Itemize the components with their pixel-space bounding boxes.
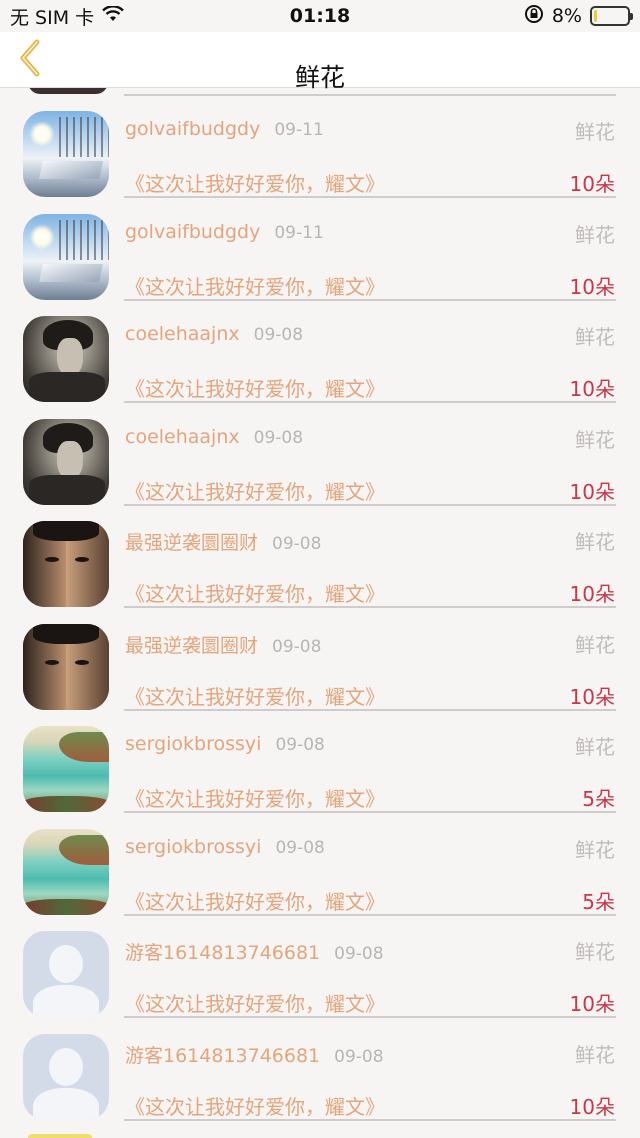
sender-name-text: golvaifbudgdy — [125, 118, 261, 140]
sender-name-text: golvaifbudgdy — [125, 220, 261, 243]
status-bar: 无 SIM 卡 01:18 8% — [0, 0, 640, 32]
avatar[interactable] — [23, 316, 109, 402]
song-title: 《这次让我好好爱你，耀文》 — [125, 1094, 385, 1119]
list-item-partial-bottom — [28, 1134, 92, 1138]
sender-name-text: coelehaajnx — [125, 425, 240, 448]
sender-name-text: coelehaajnx — [125, 323, 240, 345]
sender-name: 游客1614813746681 09-08 — [125, 938, 384, 965]
sender-name: 最强逆袭圜圈财 09-08 — [125, 528, 321, 555]
avatar[interactable] — [23, 828, 109, 915]
avatar[interactable] — [23, 111, 109, 197]
gift-type: 鲜花 — [575, 837, 615, 862]
avatar[interactable] — [23, 1033, 109, 1120]
sender-name: coelehaajnx 09-08 — [125, 323, 303, 345]
avatar[interactable] — [23, 931, 109, 1017]
list-item-0[interactable]: golvaifbudgdy 09-11 鲜花 《这次让我好好爱你，耀文》 10朵 — [0, 88, 640, 198]
sender-name-text: sergiokbrossyi — [125, 733, 262, 755]
list-item-2[interactable]: coelehaajnx 09-08 鲜花 《这次让我好好爱你，耀文》 10朵 — [0, 293, 640, 403]
gift-date: 09-08 — [334, 1046, 384, 1067]
sender-name-text: sergiokbrossyi — [125, 835, 262, 858]
status-time: 01:18 — [289, 5, 351, 27]
sender-name: sergiokbrossyi 09-08 — [125, 733, 325, 755]
gift-count: 10朵 — [569, 1094, 615, 1119]
list-item-5[interactable]: 最强逆袭圜圈财 09-08 鲜花 《这次让我好好爱你，耀文》 10朵 — [0, 601, 640, 711]
gift-date: 09-11 — [274, 222, 324, 243]
divider — [124, 1118, 616, 1121]
gift-date: 09-08 — [253, 325, 304, 345]
gift-type: 鲜花 — [575, 222, 615, 247]
gift-type: 鲜花 — [575, 530, 615, 554]
list-item-1[interactable]: golvaifbudgdy 09-11 鲜花 《这次让我好好爱你，耀文》 10朵 — [0, 191, 640, 301]
gift-date: 09-08 — [272, 534, 322, 554]
sender-name-text: 游客1614813746681 — [125, 1044, 321, 1067]
battery-fill — [594, 10, 597, 22]
list-item-4[interactable]: 最强逆袭圜圈财 09-08 鲜花 《这次让我好好爱你，耀文》 10朵 — [0, 498, 640, 608]
sender-name-text: 最强逆袭圜圈财 — [125, 634, 259, 657]
gift-type: 鲜花 — [575, 632, 615, 657]
sender-name: 游客1614813746681 09-08 — [125, 1041, 384, 1068]
gift-type: 鲜花 — [575, 735, 615, 759]
avatar[interactable] — [23, 623, 109, 710]
gift-type: 鲜花 — [575, 940, 615, 964]
page-title: 鲜花 — [294, 63, 345, 92]
avatar[interactable] — [23, 521, 109, 607]
sender-name: coelehaajnx 09-08 — [125, 426, 303, 448]
sender-name: 最强逆袭圜圈财 09-08 — [125, 631, 321, 658]
gift-date: 09-08 — [275, 837, 325, 858]
list-item-6[interactable]: sergiokbrossyi 09-08 鲜花 《这次让我好好爱你，耀文》 5朵 — [0, 703, 640, 813]
gift-date: 09-08 — [275, 735, 325, 755]
gift-type: 鲜花 — [575, 325, 615, 349]
sender-name: golvaifbudgdy 09-11 — [125, 118, 324, 140]
list-item-3[interactable]: coelehaajnx 09-08 鲜花 《这次让我好好爱你，耀文》 10朵 — [0, 396, 640, 506]
sender-name-text: 游客1614813746681 — [125, 942, 321, 964]
gift-type: 鲜花 — [575, 427, 615, 452]
gift-date: 09-11 — [274, 120, 324, 140]
battery-icon — [590, 6, 633, 26]
sender-name-text: 最强逆袭圜圈财 — [125, 532, 259, 554]
gift-date: 09-08 — [253, 427, 304, 448]
list-item-7[interactable]: sergiokbrossyi 09-08 鲜花 《这次让我好好爱你，耀文》 5朵 — [0, 806, 640, 916]
sender-name: sergiokbrossyi 09-08 — [125, 836, 325, 858]
avatar[interactable] — [23, 726, 109, 812]
gift-date: 09-08 — [334, 944, 384, 964]
avatar[interactable] — [23, 213, 109, 300]
nav-bar: 鲜花 — [0, 32, 640, 92]
sender-name: golvaifbudgdy 09-11 — [125, 221, 324, 243]
gift-type: 鲜花 — [575, 1042, 615, 1067]
gift-date: 09-08 — [272, 636, 322, 657]
gift-type: 鲜花 — [575, 120, 615, 144]
avatar[interactable] — [23, 418, 109, 505]
list-item-8[interactable]: 游客1614813746681 09-08 鲜花 《这次让我好好爱你，耀文》 10… — [0, 908, 640, 1018]
list-item-9[interactable]: 游客1614813746681 09-08 鲜花 《这次让我好好爱你，耀文》 10… — [0, 1011, 640, 1121]
